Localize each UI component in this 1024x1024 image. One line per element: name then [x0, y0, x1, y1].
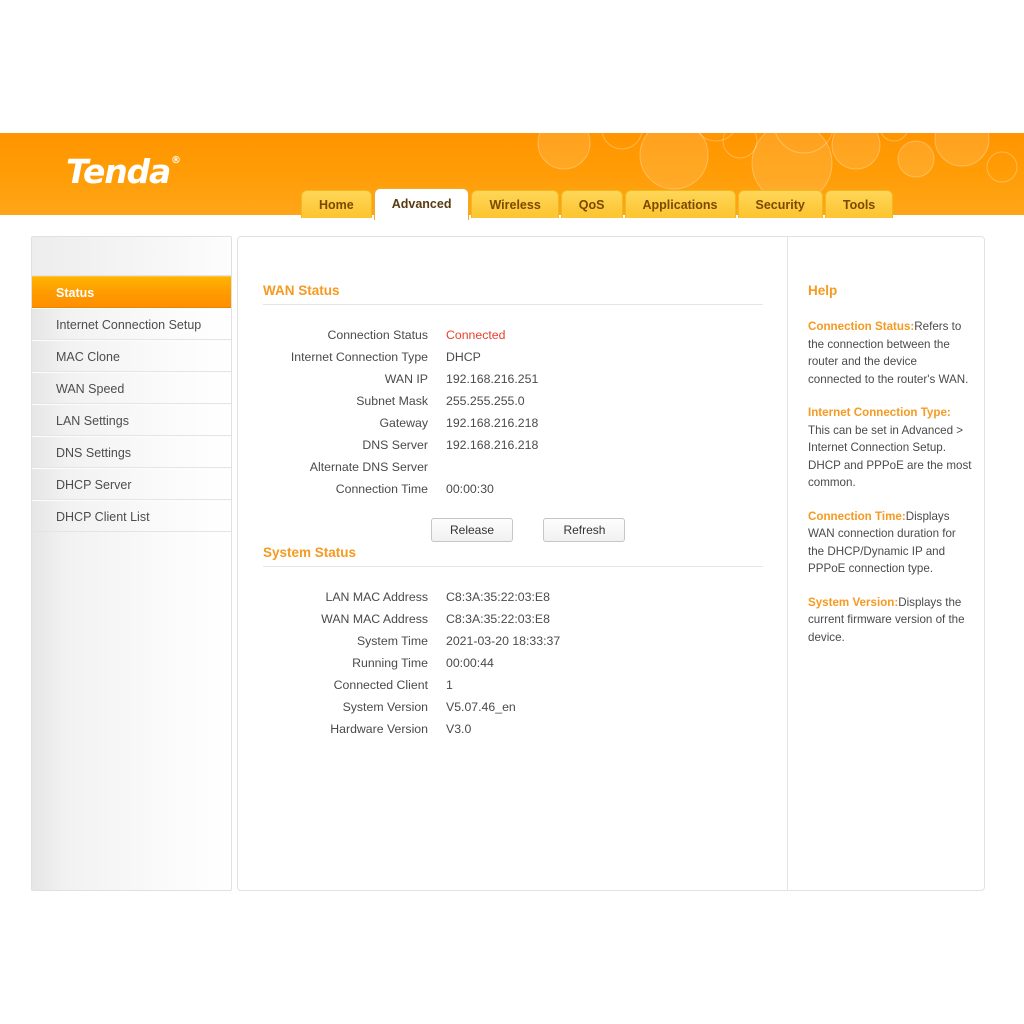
field-value-wan-ip: 192.168.216.251: [446, 372, 539, 386]
tab-security[interactable]: Security: [737, 190, 823, 218]
brand-logo-text: Tenda®: [66, 152, 181, 191]
table-row: Internet Connection Type DHCP: [263, 346, 538, 368]
wan-action-buttons: Release Refresh: [431, 518, 763, 542]
sidebar-item-lan-settings[interactable]: LAN Settings: [32, 404, 231, 436]
tab-wireless[interactable]: Wireless: [471, 190, 559, 218]
field-label: Subnet Mask: [356, 394, 428, 408]
field-label: System Time: [356, 634, 428, 648]
field-label: Connection Status: [327, 328, 429, 342]
field-label: WAN MAC Address: [321, 612, 428, 626]
help-term: Internet Connection Type:: [808, 406, 951, 419]
wan-status-rule: [263, 304, 763, 305]
field-value-connection-status: Connected: [446, 328, 506, 342]
system-status-title: System Status: [263, 545, 357, 560]
field-label: Connection Time: [335, 482, 428, 496]
system-status-section: System Status LAN MAC Address C8:3A:35:2…: [263, 545, 763, 740]
tab-tools[interactable]: Tools: [824, 190, 894, 218]
main-nav-tabs: Home Advanced Wireless QoS Applications …: [301, 188, 895, 220]
brand-logo-word: Tenda: [66, 152, 171, 191]
field-label: Connected Client: [333, 678, 428, 692]
field-value-hardware-version: V3.0: [446, 722, 472, 736]
field-label: Hardware Version: [330, 722, 428, 736]
sidebar-item-wan-speed[interactable]: WAN Speed: [32, 372, 231, 404]
main-column: WAN Status Connection Status Connected I…: [238, 237, 787, 890]
tab-home[interactable]: Home: [301, 190, 372, 218]
release-button[interactable]: Release: [431, 518, 513, 542]
field-label: Running Time: [352, 656, 428, 670]
sidebar-item-dns-settings[interactable]: DNS Settings: [32, 436, 231, 468]
help-block-system-version: System Version:Displays the current firm…: [808, 594, 973, 647]
help-term: System Version:: [808, 595, 899, 609]
field-label: Alternate DNS Server: [309, 460, 428, 474]
field-value-wan-mac-address: C8:3A:35:22:03:E8: [446, 612, 550, 626]
wan-status-section: WAN Status Connection Status Connected I…: [263, 283, 763, 542]
table-row: WAN IP 192.168.216.251: [263, 368, 539, 390]
field-value-system-version: V5.07.46_en: [446, 700, 516, 714]
brand-logo[interactable]: Tenda®: [66, 152, 181, 191]
field-label: LAN MAC Address: [325, 590, 428, 604]
table-row: System Version V5.07.46_en: [263, 696, 560, 718]
field-label: Internet Connection Type: [290, 350, 428, 364]
table-row: DNS Server 192.168.216.218: [263, 434, 538, 456]
field-label: Gateway: [379, 416, 428, 430]
field-value-running-time: 00:00:44: [446, 656, 494, 670]
table-row: Connection Time 00:00:30: [263, 478, 538, 500]
sidebar-nav: Status Internet Connection Setup MAC Clo…: [31, 236, 232, 891]
system-status-table: LAN MAC Address C8:3A:35:22:03:E8 WAN MA…: [263, 586, 560, 740]
field-label: System Version: [342, 700, 428, 714]
sidebar-item-mac-clone[interactable]: MAC Clone: [32, 340, 231, 372]
help-panel: Help Connection Status:Refers to the con…: [808, 283, 973, 662]
tab-qos[interactable]: QoS: [560, 190, 623, 218]
field-value-lan-mac-address: C8:3A:35:22:03:E8: [446, 590, 550, 604]
table-row: Gateway 192.168.216.218: [263, 412, 538, 434]
sidebar-item-internet-connection-setup[interactable]: Internet Connection Setup: [32, 308, 231, 340]
field-value-connected-client: 1: [446, 678, 453, 692]
help-text: This can be set in Advanced > Internet C…: [808, 423, 972, 490]
field-label: DNS Server: [362, 438, 428, 452]
sidebar-item-status[interactable]: Status: [32, 276, 231, 308]
help-title: Help: [808, 283, 838, 298]
field-value-connection-type: DHCP: [446, 350, 481, 364]
refresh-button[interactable]: Refresh: [543, 518, 626, 542]
help-column: Help Connection Status:Refers to the con…: [788, 237, 985, 890]
help-block-internet-connection-type: Internet Connection Type: This can be se…: [808, 404, 973, 492]
help-block-connection-time: Connection Time:Displays WAN connection …: [808, 508, 973, 578]
table-row: System Time 2021-03-20 18:33:37: [263, 630, 560, 652]
sidebar-item-dhcp-client-list[interactable]: DHCP Client List: [32, 500, 231, 532]
help-term: Connection Status:: [808, 320, 915, 333]
sidebar-item-dhcp-server[interactable]: DHCP Server: [32, 468, 231, 500]
field-value-system-time: 2021-03-20 18:33:37: [446, 634, 561, 648]
table-row: Running Time 00:00:44: [263, 652, 560, 674]
help-block-connection-status: Connection Status:Refers to the connecti…: [808, 318, 973, 388]
table-row: Connection Status Connected: [263, 324, 538, 346]
system-status-rule: [263, 566, 763, 567]
content-panel: WAN Status Connection Status Connected I…: [237, 236, 985, 891]
wan-status-title: WAN Status: [263, 283, 340, 298]
tab-applications[interactable]: Applications: [624, 190, 736, 218]
table-row: Alternate DNS Server: [263, 456, 538, 478]
field-value-alternate-dns-server: [446, 456, 538, 478]
table-row: LAN MAC Address C8:3A:35:22:03:E8: [263, 586, 560, 608]
table-row: Hardware Version V3.0: [263, 718, 560, 740]
wan-status-table: Connection Status Connected Internet Con…: [263, 324, 539, 500]
help-term: Connection Time:: [808, 509, 906, 523]
table-row: Connected Client 1: [263, 674, 560, 696]
sidebar-header-spacer: [32, 237, 231, 276]
table-row: Subnet Mask 255.255.255.0: [263, 390, 538, 412]
table-row: WAN MAC Address C8:3A:35:22:03:E8: [263, 608, 560, 630]
field-value-connection-time: 00:00:30: [446, 482, 494, 496]
tab-advanced[interactable]: Advanced: [373, 188, 470, 220]
registered-trademark-icon: ®: [171, 155, 181, 166]
field-value-gateway: 192.168.216.218: [446, 416, 539, 430]
field-value-dns-server: 192.168.216.218: [446, 438, 539, 452]
field-label: WAN IP: [384, 372, 428, 386]
field-value-subnet-mask: 255.255.255.0: [446, 394, 525, 408]
